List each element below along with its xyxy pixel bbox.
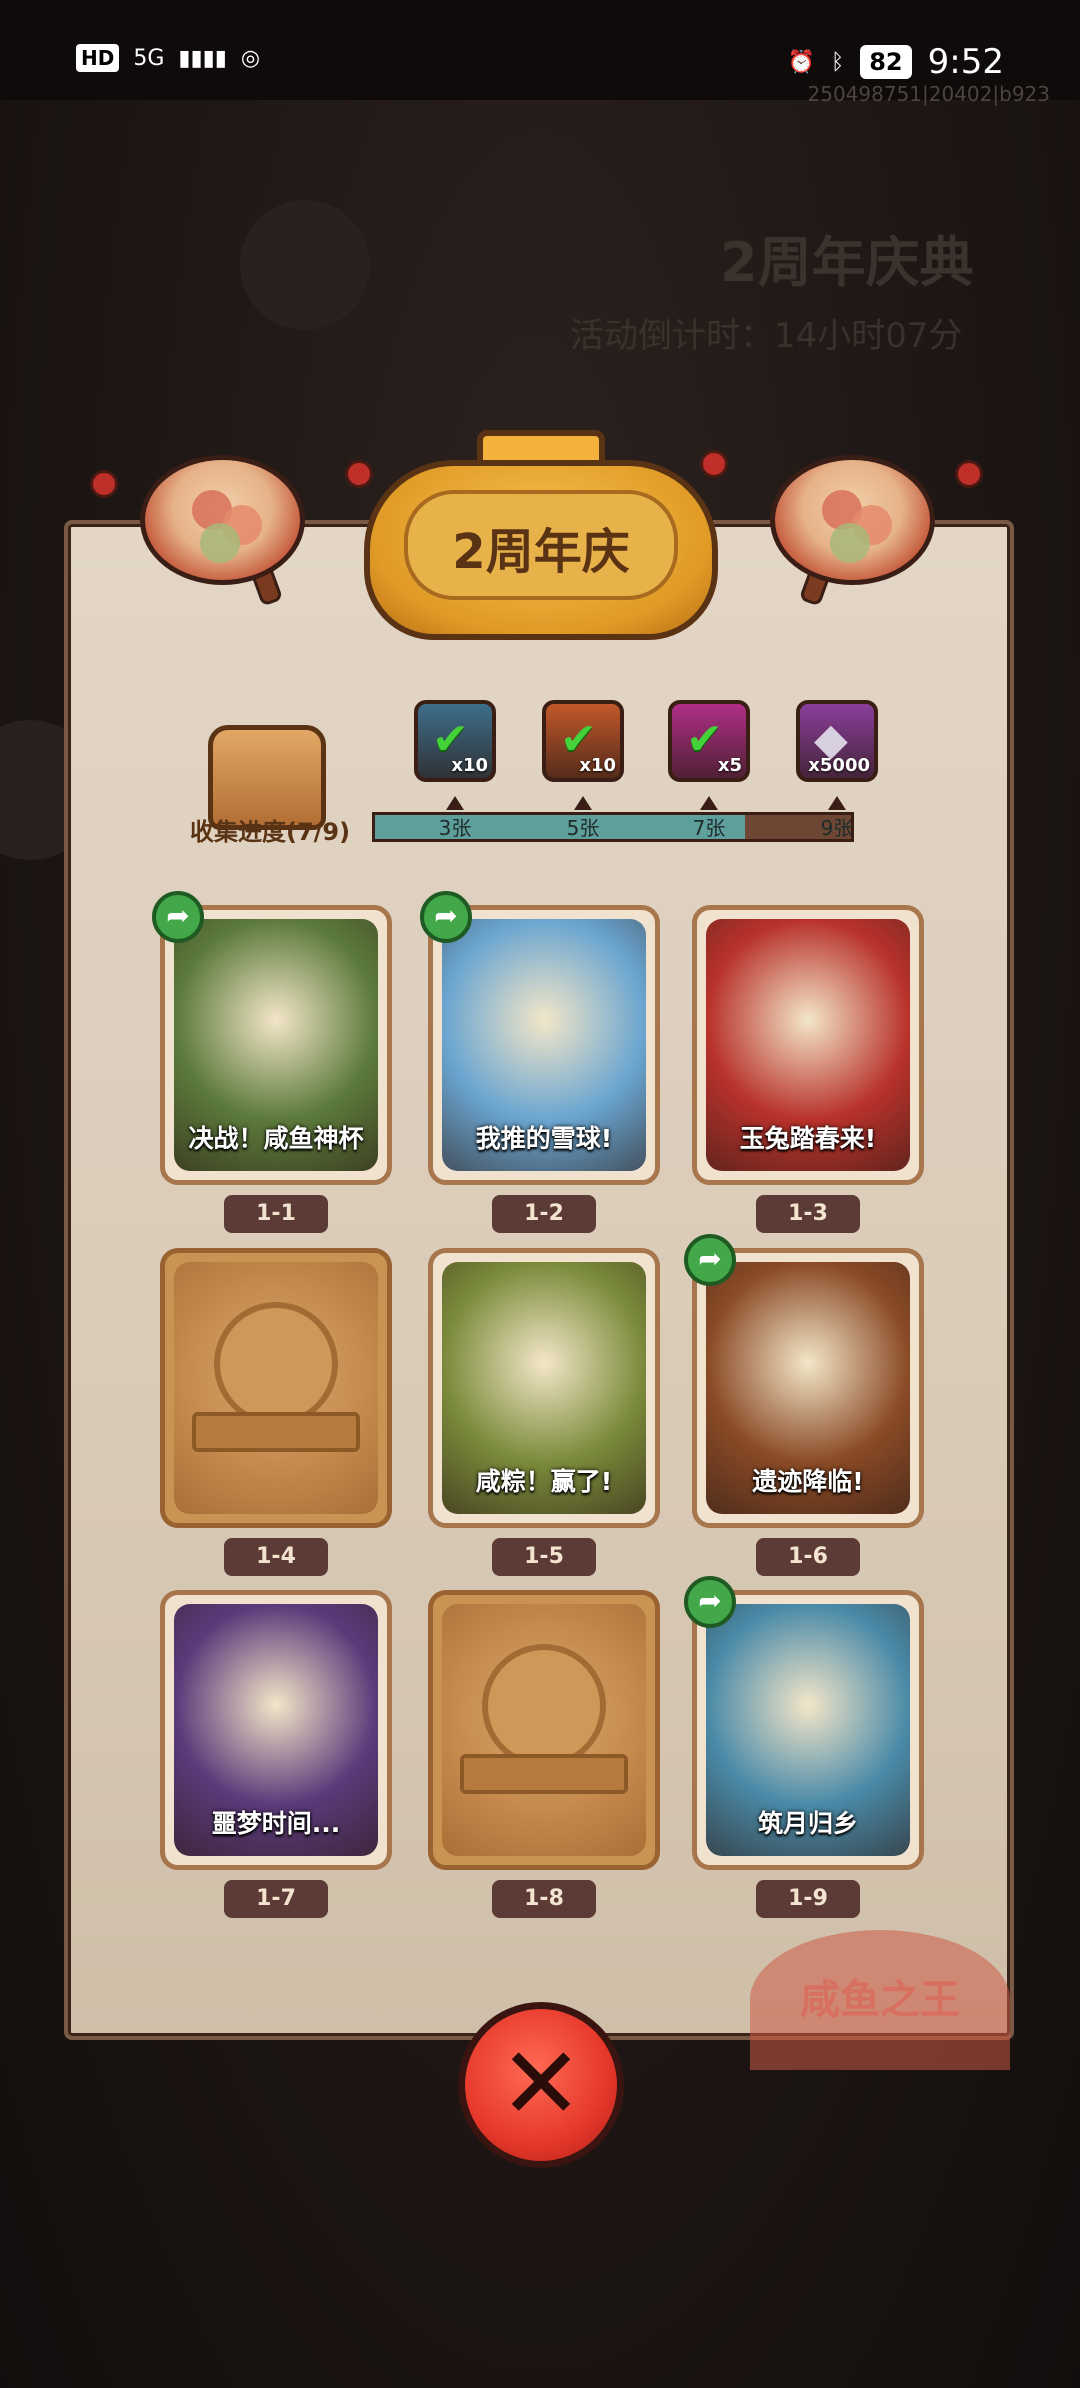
collection-card[interactable]: 我推的雪球! 1-2 ➦	[420, 891, 660, 1233]
milestone-label: 9张	[820, 816, 854, 840]
card-number: 1-7	[224, 1880, 328, 1918]
card-title: 决战！咸鱼神杯	[188, 1124, 364, 1153]
alarm-icon: ⏰	[787, 49, 816, 75]
card-number: 1-2	[492, 1195, 596, 1233]
clock: 9:52	[927, 42, 1004, 82]
background-event-title: 2周年庆典	[720, 231, 974, 294]
wifi-icon: ▮▮▮▮	[178, 45, 227, 71]
key-icon[interactable]: ✔ x10	[542, 700, 624, 782]
collection-card[interactable]: 噩梦时间... 1-7	[160, 1590, 392, 1918]
card-number: 1-9	[756, 1880, 860, 1918]
card-number: 1-6	[756, 1538, 860, 1576]
ribbon-decoration	[460, 1754, 628, 1794]
wax-stamp: 咸鱼之王	[750, 1930, 1010, 2070]
ornament-knob	[90, 470, 118, 498]
left-drum-decoration	[140, 445, 305, 607]
card-title: 遗迹降临!	[752, 1467, 864, 1496]
collection-card[interactable]: 玉兔踏春来! 1-3	[692, 905, 924, 1233]
battery-indicator: 82	[860, 45, 912, 79]
ornament-knob	[955, 460, 983, 488]
background-countdown: 活动倒计时：14小时07分	[570, 316, 963, 356]
panel-title: 2周年庆	[452, 524, 630, 580]
milestone-marker	[446, 796, 464, 810]
card-title: 玉兔踏春来!	[739, 1124, 877, 1153]
card-number: 1-8	[492, 1880, 596, 1918]
key-chest-icon[interactable]: ✔ x10	[414, 700, 496, 782]
milestone-marker	[574, 796, 592, 810]
card-number: 1-5	[492, 1538, 596, 1576]
hd-icon: HD	[76, 44, 120, 72]
milestone-marker	[828, 796, 846, 810]
reward-quantity: x5	[717, 755, 742, 776]
ribbon-decoration	[192, 1412, 360, 1452]
signal-icon: 5G	[133, 45, 165, 71]
device-watermark: 250498751|20402|b923	[807, 82, 1051, 106]
reward-quantity: x5000	[808, 755, 870, 776]
orb-icon[interactable]: ✔ x5	[668, 700, 750, 782]
close-button[interactable]: ✕	[458, 2002, 624, 2168]
milestone-label: 7张	[692, 816, 726, 840]
collection-progress-label: 收集进度(7/9)	[190, 818, 351, 846]
card-illustration: 玉兔踏春来!	[706, 919, 910, 1171]
bluetooth-icon: ᛒ	[831, 49, 845, 75]
share-icon[interactable]: ➦	[684, 1234, 736, 1286]
card-illustration: 遗迹降临!	[706, 1262, 910, 1514]
card-illustration: 噩梦时间...	[174, 1604, 378, 1856]
card-title: 我推的雪球!	[475, 1124, 613, 1153]
background-decoration	[240, 200, 370, 330]
crystal-icon[interactable]: ◆ x5000	[796, 700, 878, 782]
card-number: 1-1	[224, 1195, 328, 1233]
card-number: 1-4	[224, 1538, 328, 1576]
collection-card[interactable]: 决战！咸鱼神杯 1-1 ➦	[152, 891, 392, 1233]
collection-card[interactable]: 咸粽！赢了! 1-5	[428, 1248, 660, 1576]
reward-quantity: x10	[579, 755, 616, 776]
fish-silhouette-icon	[482, 1644, 606, 1768]
collection-card[interactable]: 1-8	[428, 1590, 660, 1918]
share-icon[interactable]: ➦	[152, 891, 204, 943]
screen: { "status_bar": { "hd": "HD", "signal": …	[0, 0, 1080, 2388]
card-illustration: 筑月归乡	[706, 1604, 910, 1856]
card-number: 1-3	[756, 1195, 860, 1233]
status-bar: HD 5G ▮▮▮▮ ◎ ⏰ ᛒ 82 9:52 250498751|20402…	[0, 0, 1080, 106]
share-icon[interactable]: ➦	[420, 891, 472, 943]
collection-card[interactable]: 筑月归乡 1-9 ➦	[684, 1576, 924, 1918]
fish-silhouette-icon	[214, 1302, 338, 1426]
card-title: 筑月归乡	[757, 1809, 858, 1838]
card-illustration: 决战！咸鱼神杯	[174, 919, 378, 1171]
milestone-label: 3张	[438, 816, 472, 840]
locked-card-placeholder	[174, 1262, 378, 1514]
card-title: 咸粽！赢了!	[475, 1467, 613, 1496]
collection-card[interactable]: 遗迹降临! 1-6 ➦	[684, 1234, 924, 1576]
collection-card[interactable]: 1-4	[160, 1248, 392, 1576]
share-icon[interactable]: ➦	[684, 1576, 736, 1628]
milestone-marker	[700, 796, 718, 810]
card-title: 噩梦时间...	[211, 1809, 341, 1838]
card-illustration: 咸粽！赢了!	[442, 1262, 646, 1514]
reward-quantity: x10	[451, 755, 488, 776]
locked-card-placeholder	[442, 1604, 646, 1856]
chat-icon: ◎	[240, 45, 261, 71]
title-plate: 2周年庆	[364, 430, 718, 650]
milestone-label: 5张	[566, 816, 600, 840]
card-illustration: 我推的雪球!	[442, 919, 646, 1171]
right-drum-decoration	[770, 445, 935, 607]
